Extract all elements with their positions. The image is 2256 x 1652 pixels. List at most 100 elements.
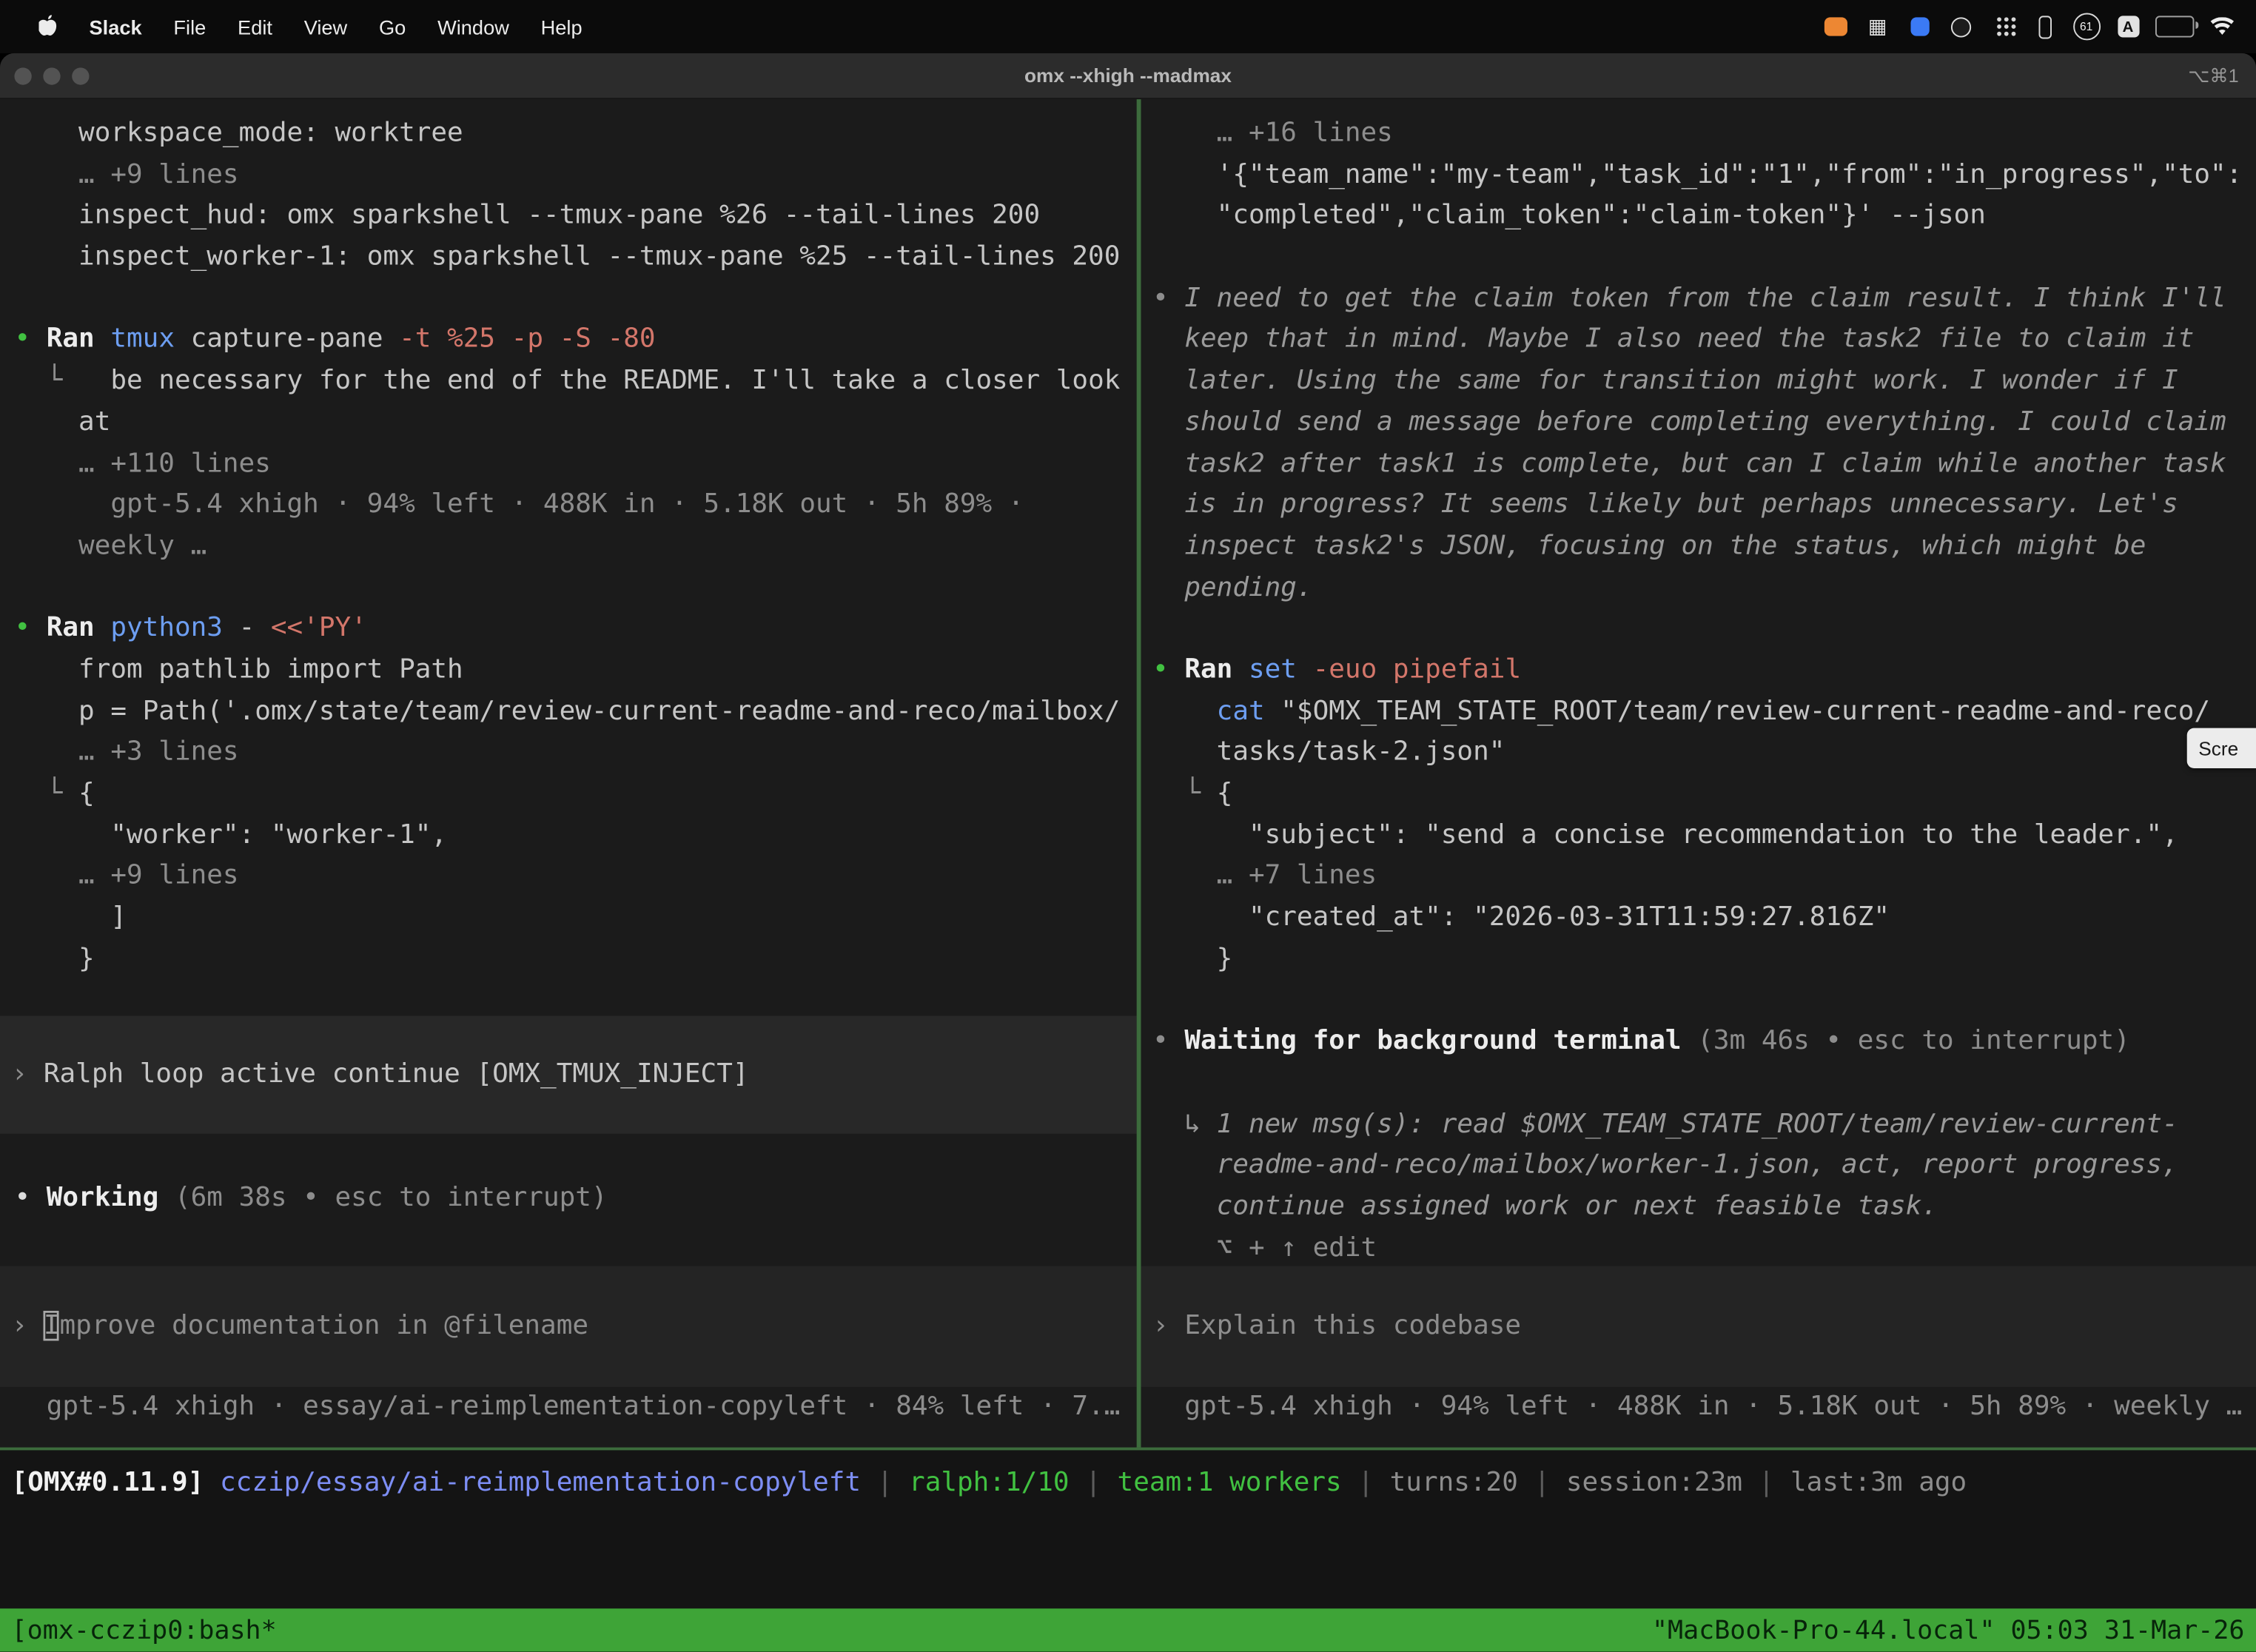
terminal-line: keep that in mind. Maybe I also need the…: [1152, 320, 2256, 361]
apple-logo-icon: [38, 16, 57, 39]
tmux-status-bar: [omx-cczip0:bash* "MacBook-Pro-44.local"…: [0, 1608, 2256, 1651]
window-title-bar[interactable]: omx --xhigh --madmax ⌥⌘1: [0, 53, 2256, 99]
terminal-line: … +16 lines: [1152, 114, 2256, 155]
tmux-host-clock-label: "MacBook-Pro-44.local" 05:03 31-Mar-26: [1652, 1615, 2245, 1645]
menu-item-view[interactable]: View: [288, 15, 363, 38]
left-pane-output: workspace_mode: worktree … +9 lines insp…: [0, 104, 1137, 981]
apple-menu[interactable]: [23, 13, 73, 39]
terminal-line: inspect task2's JSON, focusing on the st…: [1152, 526, 2256, 568]
tmux-pane-left[interactable]: workspace_mode: worktree … +9 lines insp…: [0, 104, 1137, 1448]
left-prompt-input[interactable]: › Improve documentation in @filename: [0, 1266, 1137, 1387]
ralph-inject-bar: › Ralph loop active continue [OMX_TMUX_I…: [0, 1016, 1137, 1134]
terminal-line: • Ran set -euo pipefail: [1152, 651, 2256, 692]
terminal-line: [14, 279, 1136, 320]
terminal-line: "subject": "send a concise recommendatio…: [1152, 816, 2256, 857]
window-grid-icon[interactable]: ▦: [1863, 10, 1892, 44]
tmux-pane-right[interactable]: … +16 lines '{"team_name":"my-team","tas…: [1141, 104, 2256, 1448]
terminal-line: [1152, 609, 2256, 651]
terminal-line: readme-and-reco/mailbox/worker-1.json, a…: [1152, 1146, 2256, 1187]
terminal-line: at: [14, 403, 1136, 444]
terminal-line: p = Path('.omx/state/team/review-current…: [14, 691, 1136, 733]
terminal-line: • Working (6m 38s • esc to interrupt): [14, 1179, 1136, 1220]
right-prompt-input[interactable]: › Explain this codebase: [1141, 1266, 2256, 1387]
screen: Slack File Edit View Go Window Help ▦ 61…: [0, 0, 2256, 1652]
window-title: omx --xhigh --madmax: [0, 64, 2256, 86]
menu-bar-status-icons: ▦ 61 A: [1822, 10, 2256, 44]
terminal-line: … +9 lines: [14, 155, 1136, 196]
terminal-line: }: [14, 939, 1136, 981]
left-model-status-line: gpt-5.4 xhigh · essay/ai-reimplementatio…: [0, 1387, 1137, 1428]
terminal-line: › Improve documentation in @filename: [12, 1306, 588, 1347]
terminal-line: gpt-5.4 xhigh · essay/ai-reimplementatio…: [14, 1387, 1136, 1428]
window-shortcut-hint: ⌥⌘1: [2188, 64, 2238, 87]
terminal-line: tasks/task-2.json": [1152, 733, 2256, 774]
terminal-line: [14, 568, 1136, 609]
blue-app-icon[interactable]: [1905, 10, 1934, 44]
terminal-line: cat "$OMX_TEAM_STATE_ROOT/team/review-cu…: [1152, 691, 2256, 733]
terminal-line: is in progress? It seems likely but perh…: [1152, 485, 2256, 526]
terminal-line: └ {: [1152, 774, 2256, 816]
terminal-line: continue assigned work or next feasible …: [1152, 1186, 2256, 1228]
menu-item-help[interactable]: Help: [525, 15, 598, 38]
terminal-line: [1152, 1063, 2256, 1104]
menu-item-go[interactable]: Go: [363, 15, 422, 38]
terminal-line: [1152, 238, 2256, 279]
terminal-line: └ {: [14, 774, 1136, 816]
menu-item-edit[interactable]: Edit: [222, 15, 289, 38]
terminal-line: "worker": "worker-1",: [14, 816, 1136, 857]
terminal-line: later. Using the same for transition mig…: [1152, 361, 2256, 403]
right-pane-output: … +16 lines '{"team_name":"my-team","tas…: [1141, 104, 2256, 1269]
input-source-icon[interactable]: A: [2114, 10, 2143, 44]
terminal-line: inspect_hud: omx sparkshell --tmux-pane …: [14, 196, 1136, 238]
terminal-line: gpt-5.4 xhigh · 94% left · 488K in · 5.1…: [14, 485, 1136, 526]
terminal-line: '{"team_name":"my-team","task_id":"1","f…: [1152, 155, 2256, 196]
terminal-line: ↳ 1 new msg(s): read $OMX_TEAM_STATE_ROO…: [1152, 1104, 2256, 1146]
terminal-line: "created_at": "2026-03-31T11:59:27.816Z": [1152, 898, 2256, 939]
terminal-line: › Explain this codebase: [1152, 1306, 1521, 1347]
terminal-line: [OMX#0.11.9] cczip/essay/ai-reimplementa…: [12, 1463, 2256, 1505]
menu-item-file[interactable]: File: [158, 15, 222, 38]
terminal-line: › Ralph loop active continue [OMX_TMUX_I…: [12, 1055, 749, 1096]
terminal-line: … +3 lines: [14, 733, 1136, 774]
terminal-line: • I need to get the claim token from the…: [1152, 279, 2256, 320]
terminal-line: task2 after task1 is complete, but can I…: [1152, 444, 2256, 486]
terminal-line: from pathlib import Path: [14, 651, 1136, 692]
omx-session-status-line: [OMX#0.11.9] cczip/essay/ai-reimplementa…: [0, 1450, 2256, 1504]
terminal-line: • Ran tmux capture-pane -t %25 -p -S -80: [14, 320, 1136, 361]
menu-item-app[interactable]: Slack: [73, 15, 158, 38]
terminal-line: … +7 lines: [1152, 856, 2256, 898]
right-prompt-text: › Explain this codebase: [1152, 1306, 1521, 1347]
terminal-body: workspace_mode: worktree … +9 lines insp…: [0, 99, 2256, 1651]
screen-overlay-button[interactable]: Scre: [2187, 728, 2256, 768]
pill-icon[interactable]: [2030, 10, 2059, 44]
terminal-line: ⌥ + ↑ edit: [1152, 1228, 2256, 1269]
working-status-line: • Working (6m 38s • esc to interrupt): [0, 1179, 1137, 1220]
terminal-window: omx --xhigh --madmax ⌥⌘1 workspace_mode:…: [0, 53, 2256, 1652]
battery-icon[interactable]: [2155, 10, 2194, 44]
terminal-line: }: [1152, 939, 2256, 981]
terminal-line: weekly …: [14, 526, 1136, 568]
menu-bar-left: Slack File Edit View Go Window Help: [0, 13, 598, 39]
dots-grid-icon[interactable]: [1988, 10, 2017, 44]
terminal-line: ]: [14, 898, 1136, 939]
screen-recording-indicator-icon[interactable]: [1822, 10, 1850, 44]
circle-app-icon[interactable]: [1947, 10, 1975, 44]
tmux-session-label: [omx-cczip0:bash*: [12, 1615, 277, 1645]
battery-percent-icon[interactable]: 61: [2072, 10, 2101, 44]
terminal-line: workspace_mode: worktree: [14, 114, 1136, 155]
terminal-line: pending.: [1152, 568, 2256, 609]
terminal-line: └ be necessary for the end of the README…: [14, 361, 1136, 403]
terminal-line: [1152, 981, 2256, 1022]
terminal-line: … +9 lines: [14, 856, 1136, 898]
terminal-line: inspect_worker-1: omx sparkshell --tmux-…: [14, 238, 1136, 279]
terminal-line: should send a message before completing …: [1152, 403, 2256, 444]
bottom-region: [OMX#0.11.9] cczip/essay/ai-reimplementa…: [0, 1450, 2256, 1651]
wifi-icon[interactable]: [2207, 10, 2236, 44]
terminal-line: gpt-5.4 xhigh · 94% left · 488K in · 5.1…: [1152, 1387, 2256, 1428]
right-model-status-line: gpt-5.4 xhigh · 94% left · 488K in · 5.1…: [1141, 1387, 2256, 1428]
terminal-line: • Waiting for background terminal (3m 46…: [1152, 1021, 2256, 1063]
terminal-line: • Ran python3 - <<'PY': [14, 609, 1136, 651]
menu-item-window[interactable]: Window: [422, 15, 526, 38]
left-prompt-text: › Improve documentation in @filename: [12, 1306, 588, 1347]
terminal-line: "completed","claim_token":"claim-token"}…: [1152, 196, 2256, 238]
